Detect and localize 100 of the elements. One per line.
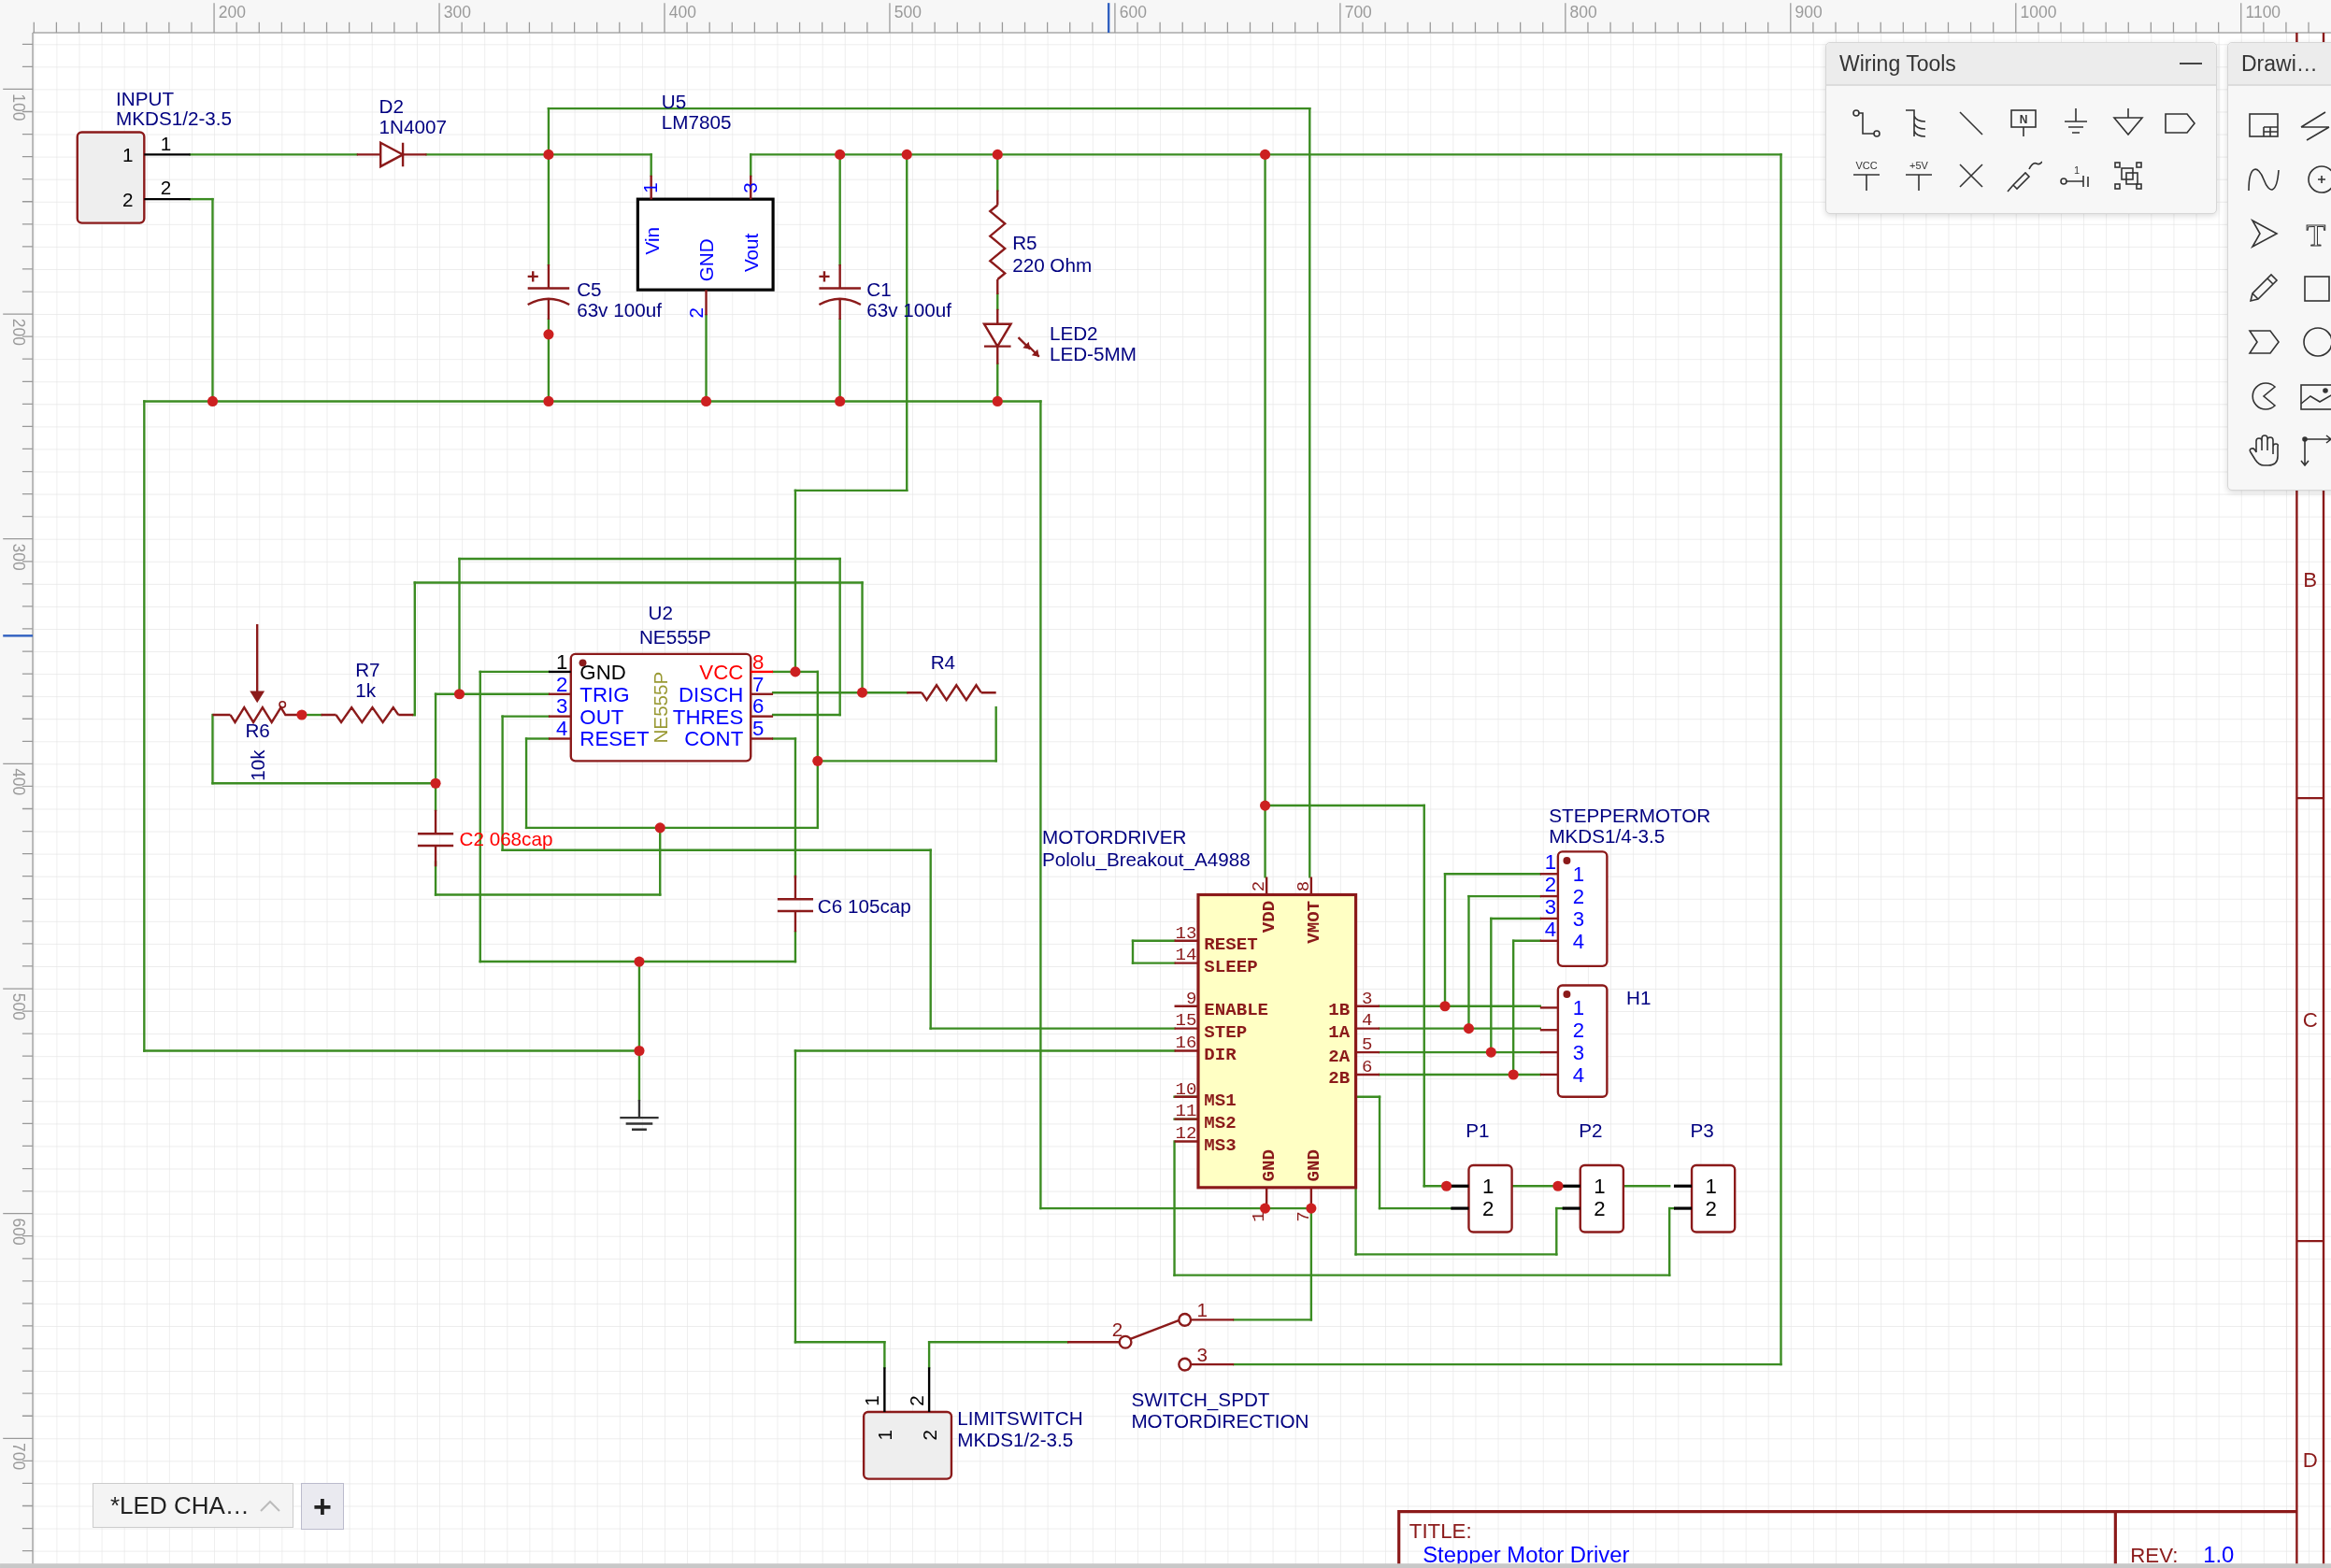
part-designator: D2 xyxy=(379,94,404,117)
pin-label: 2 xyxy=(1705,1197,1717,1221)
pin-number: 5 xyxy=(752,717,765,741)
pin-number: 2 xyxy=(556,672,568,696)
pin-label: 4 xyxy=(1572,929,1585,953)
pin-number: 2 xyxy=(1248,880,1269,892)
sheet-title: Stepper Motor Driver xyxy=(1423,1541,1630,1567)
pin-name: VDD xyxy=(1259,900,1280,934)
ruler-label: 100 xyxy=(9,93,29,121)
part-designator: R4 xyxy=(930,650,956,673)
ruler-label: 1100 xyxy=(2245,3,2281,22)
pin-number: 3 xyxy=(1361,988,1373,1009)
pin-number: 1 xyxy=(639,182,662,193)
pin-number: 4 xyxy=(1361,1010,1373,1032)
supply-tool-button[interactable]: VCC xyxy=(1840,150,1893,202)
part-designator: H1 xyxy=(1626,987,1652,1009)
pin-number: 3 xyxy=(738,182,761,193)
pin-number: 1 xyxy=(1196,1299,1208,1321)
pin-label: 2 xyxy=(1572,885,1585,909)
part-designator: P1 xyxy=(1466,1119,1490,1141)
pin-name: Vin xyxy=(640,226,663,255)
pin-number: 3 xyxy=(1196,1343,1208,1365)
ruler-label: 900 xyxy=(1795,3,1823,22)
part-designator: INPUT xyxy=(116,87,175,109)
ruler-label: 300 xyxy=(443,3,471,22)
pin-name: MS2 xyxy=(1204,1113,1237,1134)
part-designator: STEPPERMOTOR xyxy=(1549,804,1711,826)
rev-label: REV: xyxy=(2130,1543,2179,1567)
part-designator: P2 xyxy=(1579,1119,1603,1141)
pin-number: 7 xyxy=(1293,1211,1314,1222)
pin-number: 1 xyxy=(1248,1211,1269,1222)
net-label-tool-button[interactable]: N xyxy=(1997,97,2050,150)
pin-tool-button[interactable]: 1 xyxy=(2050,150,2102,202)
part-designator: R5 xyxy=(1012,232,1037,254)
pin-label: 2 xyxy=(919,1430,941,1441)
add-tab-button[interactable]: + xyxy=(300,1483,344,1530)
zone-letter: C xyxy=(2302,1008,2318,1033)
pin-name: RESET xyxy=(1204,934,1258,956)
part-value: Pololu_Breakout_A4988 xyxy=(1042,848,1251,871)
rev-value: 1.0 xyxy=(2203,1541,2235,1567)
part-designator: C5 xyxy=(577,278,602,300)
part-designator: R6 xyxy=(245,719,270,741)
pin-label: 1 xyxy=(1572,996,1585,1020)
part-value: MKDS1/4-3.5 xyxy=(1549,824,1666,847)
pin-name: TRIG xyxy=(579,682,630,706)
pin-number: 2 xyxy=(1544,873,1557,897)
part-value: 220 Ohm xyxy=(1012,254,1093,277)
pin-number: 2 xyxy=(1111,1318,1123,1340)
part-designator: MOTORDRIVER xyxy=(1042,826,1187,848)
pin-number: 10 xyxy=(1175,1078,1197,1100)
pin-number: 3 xyxy=(1544,895,1557,919)
pin-name: VMOT xyxy=(1303,900,1324,944)
part-value: 63v 100uf xyxy=(577,298,662,321)
pin-label: 4 xyxy=(1572,1062,1585,1087)
pin-number: 13 xyxy=(1175,922,1197,944)
pin-label: 3 xyxy=(1572,1041,1585,1065)
panel-title: Drawi… xyxy=(2241,50,2318,77)
pin-label: 1 xyxy=(1481,1175,1494,1199)
supply-tool-button[interactable]: +5V xyxy=(1893,150,1945,202)
part-designator: SWITCH_SPDT xyxy=(1131,1388,1270,1410)
title-label: TITLE: xyxy=(1409,1519,1472,1544)
part-designator: LIMITSWITCH xyxy=(957,1407,1083,1430)
ruler-label: 500 xyxy=(894,3,922,22)
document-tab[interactable]: *LED CHA… xyxy=(93,1483,293,1528)
pin-name: GND xyxy=(1259,1149,1280,1182)
pin-number: 4 xyxy=(1544,918,1557,942)
pin-label: 3 xyxy=(1572,906,1585,931)
ruler-label: 1000 xyxy=(2020,3,2057,22)
pin-number: 5 xyxy=(1361,1033,1373,1055)
ruler-label: 300 xyxy=(9,543,29,571)
pin-number: 4 xyxy=(556,717,568,741)
part-value: 1N4007 xyxy=(379,116,447,138)
ruler-label: 200 xyxy=(218,3,247,22)
pin-name: GND xyxy=(695,238,718,282)
part-value: MOTORDIRECTION xyxy=(1131,1410,1309,1433)
part-designator: R7 xyxy=(355,658,380,680)
part-designator: U5 xyxy=(661,91,687,113)
pin-number: 2 xyxy=(160,177,172,199)
part-value: MKDS1/2-3.5 xyxy=(116,107,233,129)
pin-name: 1A xyxy=(1328,1022,1351,1044)
pin-name: ENABLE xyxy=(1204,1000,1269,1021)
pin-label: 2 xyxy=(1594,1197,1606,1221)
pin-label: 1 xyxy=(1572,862,1585,887)
pin-number: 1 xyxy=(160,132,172,154)
pin-number: 8 xyxy=(752,649,765,674)
part-value: MKDS1/2-3.5 xyxy=(957,1428,1074,1450)
pin-number: 15 xyxy=(1175,1010,1197,1032)
pin-name: Vout xyxy=(740,233,763,273)
part-value: LM7805 xyxy=(661,111,732,134)
pin-name: 1B xyxy=(1328,1000,1351,1021)
part-designator: LED2 xyxy=(1049,322,1098,345)
pin-label: 2 xyxy=(1572,1019,1585,1043)
pin-label: 1 xyxy=(874,1430,896,1441)
ruler-label: 700 xyxy=(9,1443,29,1471)
pin-label: 1 xyxy=(1705,1175,1717,1199)
pin-number: 2 xyxy=(905,1395,927,1406)
pin-number: 16 xyxy=(1175,1033,1197,1054)
pin-name: RESET xyxy=(579,727,650,751)
zone-letter: B xyxy=(2303,568,2318,592)
ruler-label: 400 xyxy=(668,3,696,22)
